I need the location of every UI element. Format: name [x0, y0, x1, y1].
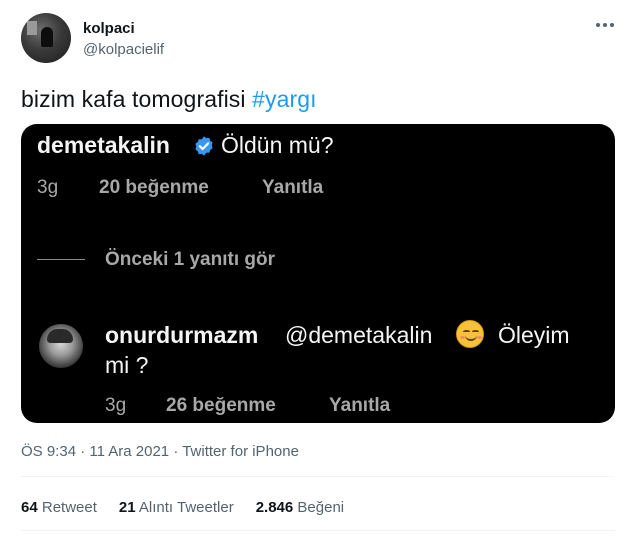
retweets-stat[interactable]: 64 Retweet [21, 499, 97, 516]
comment1-likes: 20 beğenme [99, 177, 209, 198]
comment1-reply: Yanıtla [262, 177, 324, 198]
likes-count: 2.846 [255, 499, 294, 516]
comment1-username: demetakalin [37, 132, 170, 158]
divider [21, 476, 615, 477]
smiling-face-emoji [456, 320, 484, 348]
verified-badge-icon [195, 136, 213, 156]
comment2-text: Öleyim [498, 322, 570, 348]
comment2-text-line2: mi ? [105, 352, 149, 378]
author-name[interactable]: kolpaci [83, 20, 135, 37]
avatar-window [27, 21, 37, 35]
hashtag-link[interactable]: #yargı [252, 86, 317, 112]
quotes-label: Alıntı Tweetler [138, 499, 234, 516]
author-avatar[interactable] [21, 13, 71, 63]
tweet-text-plain: bizim kafa tomografisi [21, 86, 253, 112]
comment2-likes: 26 beğenme [166, 395, 276, 416]
quotes-count: 21 [118, 499, 136, 516]
comment1-text: Öldün mü? [221, 132, 334, 158]
tweet-text: bizim kafa tomografisi #yargı [21, 86, 317, 113]
divider [21, 530, 615, 531]
comment2-avatar [39, 324, 83, 368]
view-previous-divider [37, 259, 85, 260]
retweets-label: Retweet [41, 499, 97, 516]
engagement-stats: 64 Retweet 21 Alıntı Tweetler 2.846 Beğe… [21, 499, 344, 516]
comment2-mention: @demetakalin [285, 322, 433, 348]
comment2-reply: Yanıtla [329, 395, 391, 416]
avatar-figure [41, 27, 53, 47]
quotes-stat[interactable]: 21 Alıntı Tweetler [119, 499, 234, 516]
author-handle[interactable]: @kolpacielif [83, 41, 164, 58]
tweet-media-image[interactable]: demetakalin Öldün mü? 3g 20 beğenme Yanı… [21, 124, 615, 423]
more-horizontal-icon[interactable] [596, 20, 616, 30]
view-previous-replies: Önceki 1 yanıtı gör [105, 249, 275, 270]
retweets-count: 64 [21, 499, 38, 516]
tweet-timestamp-source[interactable]: ÖS 9:34 · 11 Ara 2021 · Twitter for iPho… [21, 443, 299, 460]
comment2-time: 3g [105, 395, 127, 416]
likes-stat[interactable]: 2.846 Beğeni [256, 499, 344, 516]
likes-label: Beğeni [297, 499, 345, 516]
comment2-username: onurdurmazm [105, 322, 259, 348]
comment1-time: 3g [37, 177, 59, 198]
